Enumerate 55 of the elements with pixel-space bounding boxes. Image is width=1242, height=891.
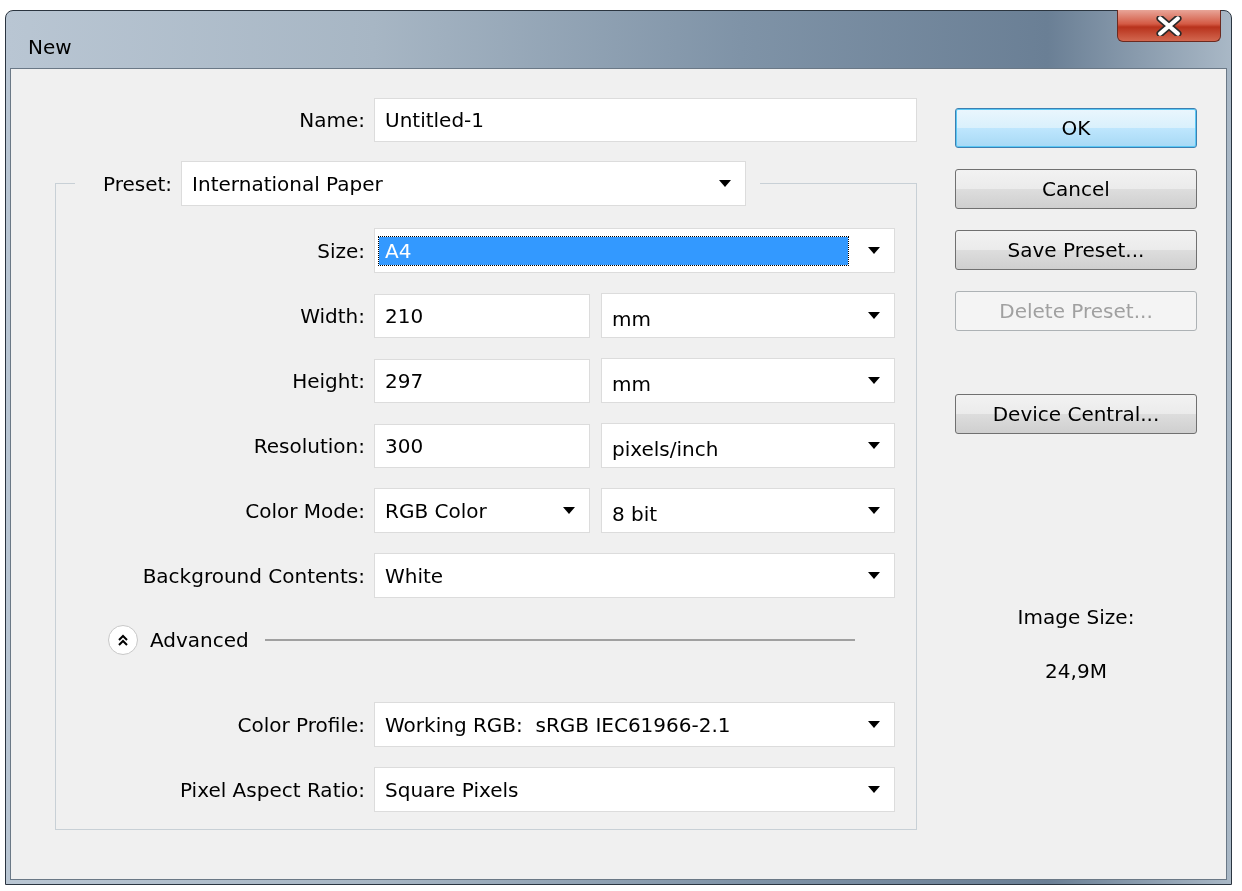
section-label: Advanced (150, 628, 249, 652)
field-label: Preset: (103, 171, 173, 196)
dropdown[interactable]: pixels/inch (601, 423, 895, 468)
caret-icon (563, 507, 575, 514)
dropdown-value: pixels/inch (611, 435, 720, 463)
input-field[interactable]: 300 (374, 423, 590, 468)
image-size-value: 24,9M (1044, 659, 1108, 683)
caret-icon (868, 572, 880, 579)
field-label: Name: (298, 107, 365, 132)
field-label: Resolution: (252, 433, 365, 458)
caret-icon (719, 180, 732, 187)
dialog-button[interactable]: Save Preset... (955, 230, 1197, 270)
caret-icon (868, 312, 880, 319)
input-field[interactable]: 210 (374, 293, 590, 338)
caret-icon (868, 507, 880, 514)
dialog-button[interactable]: OK (955, 108, 1197, 148)
image-size-label: Image Size: (1016, 605, 1136, 629)
input-field[interactable]: Untitled-1 (374, 97, 917, 142)
dialog-button[interactable]: Device Central... (955, 394, 1197, 434)
dropdown-value: mm (611, 370, 652, 398)
double-chevron-up-icon (117, 633, 129, 647)
field-label: Height: (291, 368, 365, 393)
dropdown[interactable]: Working RGB: sRGB IEC61966-2.1 (374, 702, 895, 747)
dropdown-value: Square Pixels (384, 776, 520, 804)
dropdown[interactable]: White (374, 553, 895, 598)
caret-icon (868, 721, 880, 728)
dropdown-value: Working RGB: sRGB IEC61966-2.1 (384, 711, 732, 739)
caret-icon (868, 377, 880, 384)
dropdown-value: International Paper (191, 170, 384, 198)
field-label: Pixel Aspect Ratio: (179, 777, 365, 802)
field-label: Size: (316, 238, 365, 263)
dropdown-value: mm (611, 305, 652, 333)
input-field[interactable]: 297 (374, 358, 590, 403)
window-title: New (28, 35, 72, 59)
dropdown[interactable]: RGB Color (374, 488, 590, 533)
caret-icon (868, 442, 880, 449)
dropdown-value: White (384, 562, 445, 590)
dropdown[interactable]: mm (601, 293, 895, 338)
close-button[interactable] (1117, 10, 1221, 42)
dropdown-value: 8 bit (611, 500, 659, 528)
dropdown-value: RGB Color (384, 497, 488, 525)
dialog-button[interactable]: Cancel (955, 169, 1197, 209)
close-icon (1156, 15, 1182, 36)
field-label: Width: (299, 303, 365, 328)
dropdown[interactable]: Square Pixels (374, 767, 895, 812)
dropdown[interactable]: International Paper (181, 161, 747, 206)
dropdown[interactable]: mm (601, 358, 895, 403)
field-label: Background Contents: (141, 563, 365, 588)
field-label: Color Mode: (244, 498, 365, 523)
dropdown[interactable]: 8 bit (601, 488, 895, 533)
field-label: Color Profile: (236, 712, 365, 737)
dropdown-value: A4 (379, 236, 848, 265)
collapse-button[interactable] (108, 625, 138, 655)
caret-icon (868, 247, 880, 254)
caret-icon (868, 786, 880, 793)
